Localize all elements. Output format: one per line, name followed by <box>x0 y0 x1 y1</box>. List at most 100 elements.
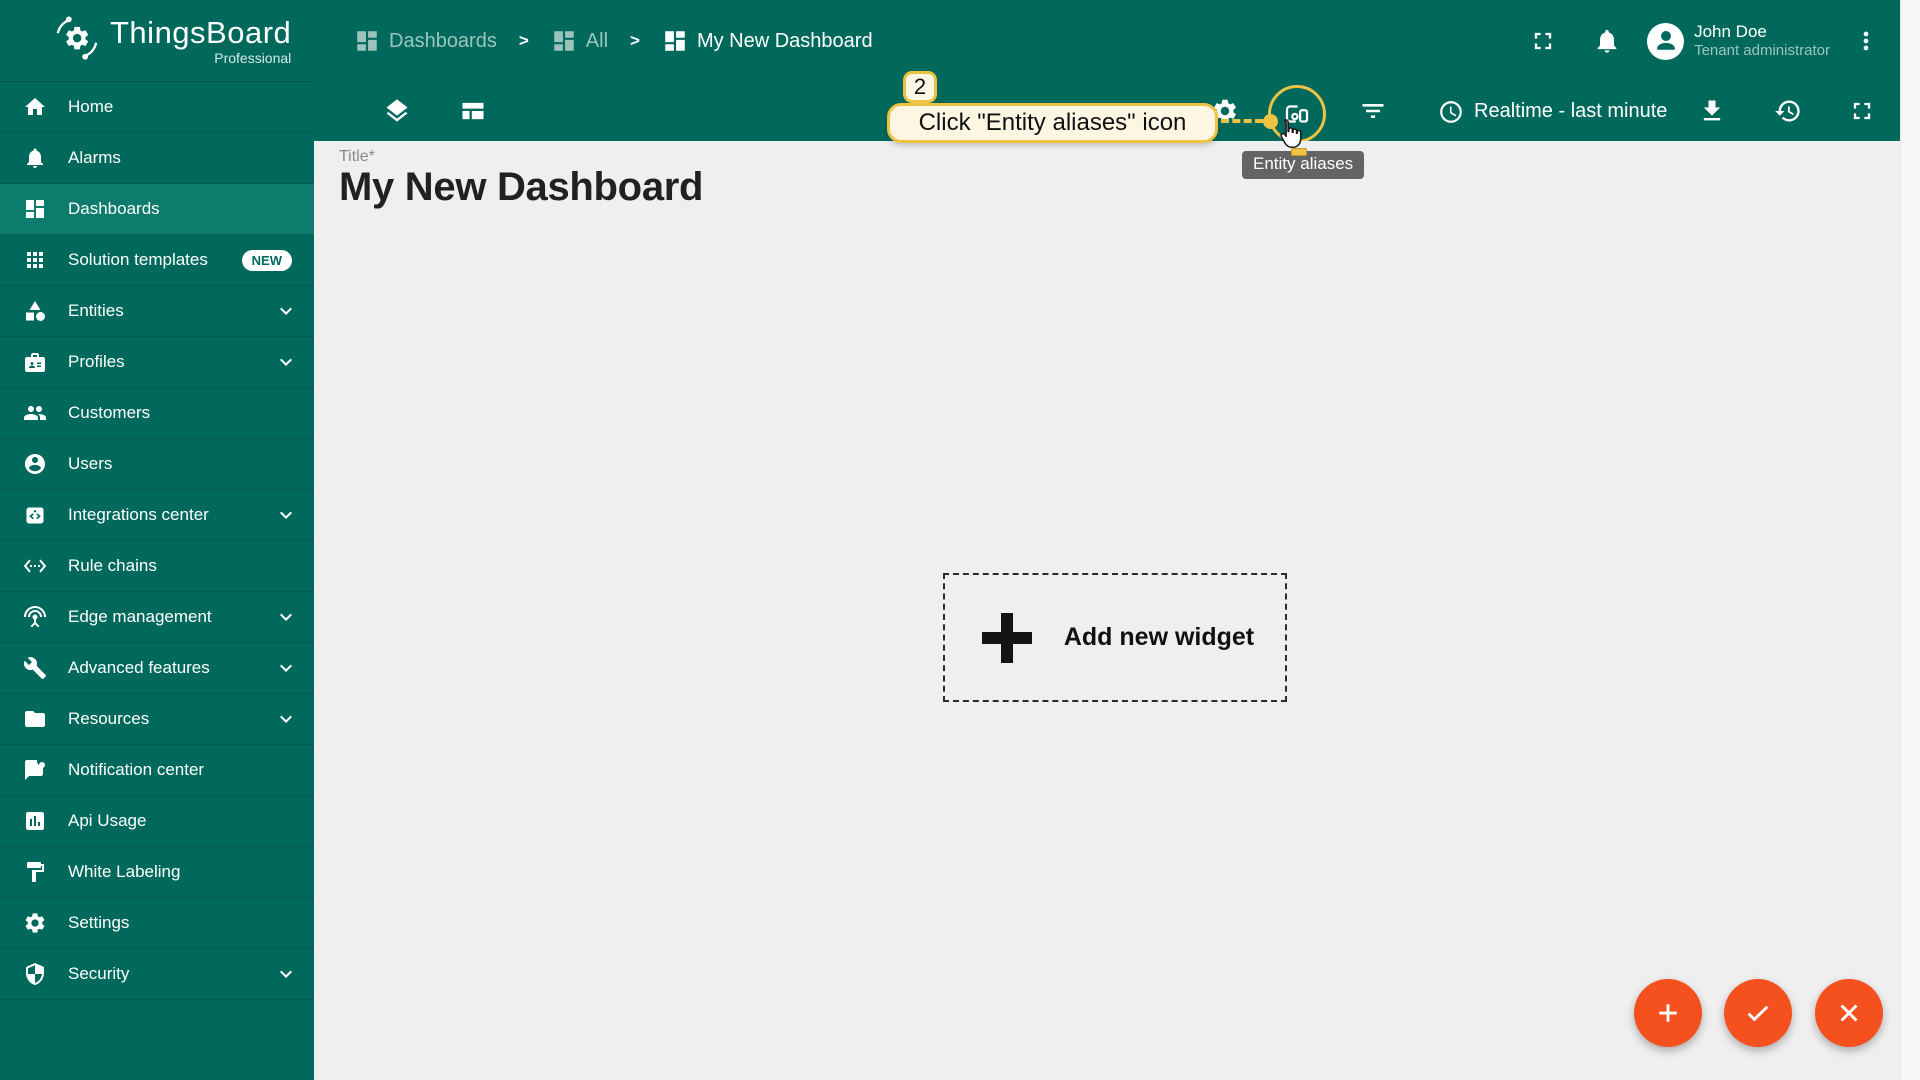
apply-fab-button[interactable] <box>1724 979 1792 1047</box>
cursor-click-band <box>1291 148 1307 156</box>
sidebar-item-notification-center[interactable]: Notification center <box>0 745 314 796</box>
history-icon[interactable] <box>1774 97 1802 125</box>
chevron-down-icon <box>274 707 298 731</box>
download-icon[interactable] <box>1698 97 1726 125</box>
sidebar-item-label: Integrations center <box>68 505 209 525</box>
antenna-icon <box>23 605 47 629</box>
breadcrumb-dashboards[interactable]: Dashboards <box>354 28 497 54</box>
sidebar-item-label: Rule chains <box>68 556 157 576</box>
guide-connector-line <box>1221 119 1263 123</box>
vertical-scrollbar[interactable] <box>1900 0 1920 1080</box>
chevron-down-icon <box>274 962 298 986</box>
sidebar-item-rule-chains[interactable]: Rule chains <box>0 541 314 592</box>
home-icon <box>23 95 47 119</box>
dashboard-icon <box>662 28 688 54</box>
breadcrumb-all[interactable]: All <box>551 28 608 54</box>
sidebar-item-label: Dashboards <box>68 199 160 219</box>
app-logo[interactable]: ThingsBoard Professional <box>0 0 314 82</box>
sidebar-nav: Home Alarms Dashboards Solution template… <box>0 82 314 1000</box>
sidebar-item-label: Settings <box>68 913 129 933</box>
sidebar-item-white-labeling[interactable]: White Labeling <box>0 847 314 898</box>
breadcrumb-separator: > <box>622 31 648 51</box>
user-info[interactable]: John Doe Tenant administrator <box>1694 21 1830 61</box>
sidebar-item-integrations-center[interactable]: Integrations center <box>0 490 314 541</box>
sidebar-item-alarms[interactable]: Alarms <box>0 133 314 184</box>
sidebar-item-advanced-features[interactable]: Advanced features <box>0 643 314 694</box>
breadcrumb-current-dashboard: My New Dashboard <box>662 28 873 54</box>
dashboard-title-input[interactable]: My New Dashboard <box>339 165 703 210</box>
sidebar-item-label: Edge management <box>68 607 212 627</box>
dashboard-icon <box>354 28 380 54</box>
layers-icon[interactable] <box>383 97 411 125</box>
thingsboard-window: ThingsBoard Professional Home Alarms Das… <box>0 0 1920 1080</box>
close-fab-button[interactable] <box>1815 979 1883 1047</box>
dashboard-icon <box>551 28 577 54</box>
new-badge: NEW <box>242 250 292 271</box>
sidebar-item-label: Notification center <box>68 760 204 780</box>
clock-icon <box>1438 99 1464 125</box>
sidebar-item-profiles[interactable]: Profiles <box>0 337 314 388</box>
sidebar-item-label: Users <box>68 454 112 474</box>
chart-box-icon <box>23 809 47 833</box>
filter-icon[interactable] <box>1359 97 1387 125</box>
avatar[interactable] <box>1647 23 1684 60</box>
sidebar-item-api-usage[interactable]: Api Usage <box>0 796 314 847</box>
sidebar-item-label: White Labeling <box>68 862 180 882</box>
timewindow-button[interactable]: Realtime - last minute <box>1438 82 1667 141</box>
sidebar: ThingsBoard Professional Home Alarms Das… <box>0 0 314 1080</box>
plus-icon <box>1653 998 1683 1028</box>
gear-icon <box>23 911 47 935</box>
sidebar-item-label: Api Usage <box>68 811 146 831</box>
guide-instruction-bubble: Click "Entity aliases" icon <box>887 103 1218 143</box>
app-name: ThingsBoard <box>110 17 291 48</box>
chevron-down-icon <box>274 605 298 629</box>
breadcrumb-label: My New Dashboard <box>697 30 873 53</box>
shield-icon <box>23 962 47 986</box>
app-edition: Professional <box>110 51 291 65</box>
chevron-down-icon <box>274 350 298 374</box>
shapes-icon <box>23 299 47 323</box>
sidebar-item-settings[interactable]: Settings <box>0 898 314 949</box>
user-role: Tenant administrator <box>1694 42 1830 61</box>
paint-roller-icon <box>23 860 47 884</box>
sidebar-item-solution-templates[interactable]: Solution templates NEW <box>0 235 314 286</box>
kebab-menu-icon[interactable] <box>1852 27 1880 55</box>
sidebar-item-dashboards[interactable]: Dashboards <box>0 184 314 235</box>
layouts-icon[interactable] <box>459 97 487 125</box>
ethernet-code-icon <box>23 554 47 578</box>
sidebar-item-security[interactable]: Security <box>0 949 314 1000</box>
chevron-down-icon <box>274 656 298 680</box>
bell-icon[interactable] <box>1593 27 1621 55</box>
people-icon <box>23 401 47 425</box>
sidebar-item-entities[interactable]: Entities <box>0 286 314 337</box>
add-fab-button[interactable] <box>1634 979 1702 1047</box>
sidebar-item-home[interactable]: Home <box>0 82 314 133</box>
breadcrumb-label: Dashboards <box>389 30 497 53</box>
tools-icon <box>23 656 47 680</box>
sidebar-item-label: Solution templates <box>68 250 208 270</box>
plus-icon <box>976 607 1038 669</box>
breadcrumb-label: All <box>586 30 608 53</box>
guide-step-badge: 2 <box>903 71 937 103</box>
folder-icon <box>23 707 47 731</box>
id-badge-icon <box>23 350 47 374</box>
fullscreen-icon[interactable] <box>1529 27 1557 55</box>
timewindow-label: Realtime - last minute <box>1474 100 1667 123</box>
thingsboard-logo-icon <box>54 15 100 66</box>
fullscreen-icon[interactable] <box>1848 97 1876 125</box>
sidebar-item-customers[interactable]: Customers <box>0 388 314 439</box>
chevron-down-icon <box>274 299 298 323</box>
topbar-right-controls: John Doe Tenant administrator <box>1529 21 1900 61</box>
check-icon <box>1743 998 1773 1028</box>
sidebar-item-edge-management[interactable]: Edge management <box>0 592 314 643</box>
close-icon <box>1834 998 1864 1028</box>
person-icon <box>1651 26 1681 56</box>
sidebar-item-users[interactable]: Users <box>0 439 314 490</box>
chat-unread-icon <box>23 758 47 782</box>
breadcrumb-separator: > <box>511 31 537 51</box>
sidebar-item-resources[interactable]: Resources <box>0 694 314 745</box>
dashboard-content: Title* My New Dashboard Add new widget <box>314 141 1900 1080</box>
bell-icon <box>23 146 47 170</box>
add-new-widget-button[interactable]: Add new widget <box>943 573 1287 702</box>
logo-text: ThingsBoard Professional <box>110 17 291 65</box>
